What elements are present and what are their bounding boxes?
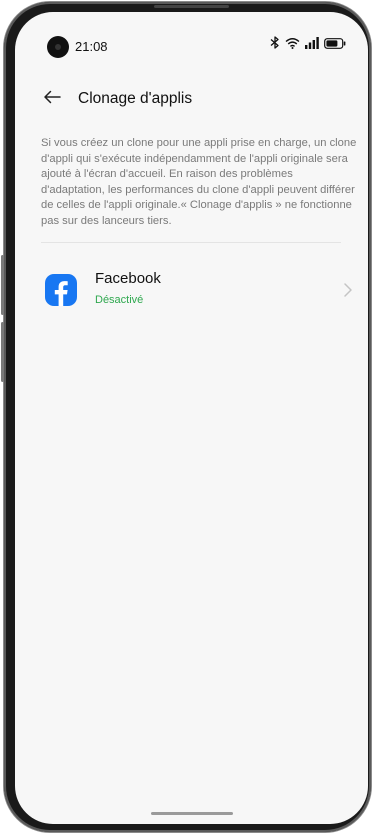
wifi-icon [285, 36, 300, 54]
side-button [1, 322, 4, 382]
list-item-facebook[interactable]: Facebook Désactivé [15, 258, 368, 320]
home-indicator[interactable] [151, 812, 233, 815]
battery-icon [324, 36, 346, 54]
arrow-left-icon [43, 90, 61, 109]
front-camera [47, 36, 69, 58]
back-button[interactable] [39, 86, 65, 112]
nav-bar: Clonage d'applis [15, 80, 368, 120]
status-icons [270, 36, 346, 54]
earpiece-speaker [154, 5, 229, 8]
facebook-icon [45, 274, 77, 306]
signal-icon [305, 36, 319, 54]
bluetooth-icon [270, 36, 280, 54]
page-title: Clonage d'applis [78, 90, 193, 107]
divider [41, 242, 341, 243]
screen: 21:08 Clonage d'applis Si vous créez un … [15, 12, 368, 824]
app-name: Facebook [95, 270, 161, 287]
phone-frame: 21:08 Clonage d'applis Si vous créez un … [4, 2, 371, 832]
description-text: Si vous créez un clone pour une appli pr… [41, 137, 357, 227]
app-clone-status: Désactivé [95, 294, 144, 306]
volume-button [1, 255, 4, 315]
status-time: 21:08 [75, 39, 108, 54]
status-bar: 21:08 [15, 12, 368, 64]
chevron-right-icon [342, 282, 354, 298]
